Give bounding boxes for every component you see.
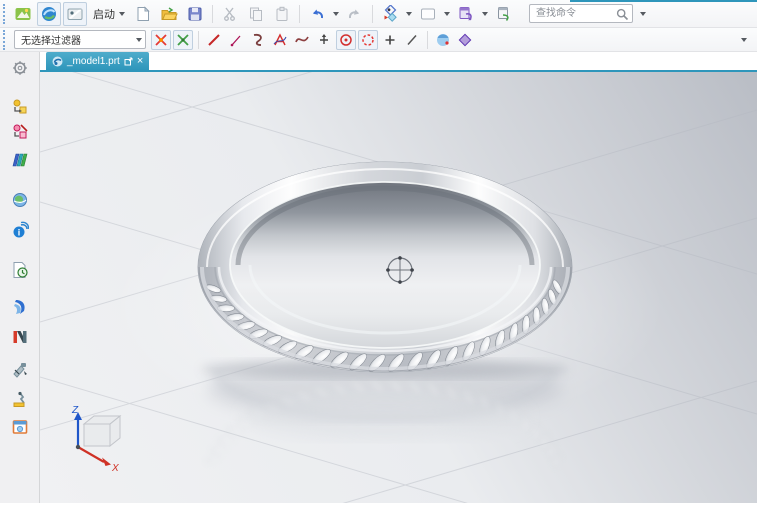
chevron-down-icon [136, 37, 142, 42]
toolbar-drag-handle[interactable] [3, 29, 7, 50]
selection-filter-value: 无选择过滤器 [21, 36, 81, 47]
history-icon[interactable] [8, 260, 32, 280]
toolbar-separator [372, 4, 373, 23]
chevron-down-icon [119, 11, 125, 16]
roles-icon[interactable] [8, 360, 32, 380]
machining-planner-icon[interactable] [8, 390, 32, 410]
application-window: 启动 查找命令 无选择过滤器 i _model1.prt × Z X [0, 0, 757, 503]
constraint-navigator-icon[interactable] [8, 122, 32, 142]
line-plain-icon[interactable] [402, 30, 422, 50]
resource-bar: i [0, 52, 40, 503]
assembly-navigator-icon[interactable] [8, 97, 32, 117]
circle-center-icon[interactable] [336, 29, 356, 50]
start-menu-button[interactable]: 启动 [89, 2, 129, 26]
x-axis [77, 446, 105, 463]
search-options-chevron[interactable] [640, 11, 646, 16]
detach-icon[interactable] [124, 57, 133, 66]
web-browser-icon[interactable] [8, 417, 32, 437]
ring-model[interactable] [197, 161, 573, 374]
touch-mode-chevron[interactable] [406, 11, 412, 16]
app-logo-icon[interactable] [11, 2, 35, 26]
reuse-library-icon[interactable] [8, 190, 32, 210]
part-tab-bar: _model1.prt × [40, 52, 757, 72]
x-axis-label: X [111, 463, 119, 474]
redo-button[interactable] [343, 2, 367, 26]
process-studio-icon[interactable] [8, 297, 32, 317]
toolbar-separator [198, 30, 199, 49]
copy-button[interactable] [244, 2, 268, 26]
toolbar-overflow-chevron[interactable] [741, 37, 747, 42]
touch-mode-button[interactable] [378, 2, 402, 26]
circle-dashed-icon[interactable] [358, 29, 378, 50]
3d-scene: Z X [40, 72, 757, 503]
coordinate-triad: Z X [71, 405, 122, 474]
command-search-box[interactable] [529, 4, 633, 23]
window-switch-button[interactable] [492, 2, 516, 26]
studio-spline-icon[interactable] [270, 30, 290, 50]
new-file-button[interactable] [131, 2, 155, 26]
undo-history-chevron[interactable] [333, 11, 339, 16]
close-icon[interactable]: × [137, 56, 143, 67]
plus-icon[interactable] [380, 30, 400, 50]
window-top-edge [570, 0, 757, 2]
cut-button[interactable] [218, 2, 242, 26]
sphere-icon[interactable] [433, 30, 453, 50]
undo-button[interactable] [305, 2, 329, 26]
hd3d-tools-icon[interactable]: i [8, 220, 32, 240]
line-icon[interactable] [204, 30, 224, 50]
toolbar-separator [427, 30, 428, 49]
window-layout-chevron[interactable] [482, 11, 488, 16]
open-file-button[interactable] [157, 2, 181, 26]
view-orientation-icon[interactable] [37, 1, 61, 26]
toolbar-drag-handle[interactable] [3, 3, 7, 24]
z-axis-label: Z [71, 405, 79, 416]
point-icon[interactable] [314, 30, 334, 50]
main-toolbar: 启动 [0, 0, 757, 28]
window-layout-button[interactable] [454, 2, 478, 26]
paste-button[interactable] [270, 2, 294, 26]
save-button[interactable] [183, 2, 207, 26]
manufacturing-wizard-icon[interactable] [8, 327, 32, 347]
datum-plane-icon[interactable] [455, 30, 475, 50]
fit-curve-icon[interactable] [292, 30, 312, 50]
svg-text:i: i [17, 228, 20, 238]
display-scene-button[interactable] [416, 2, 440, 26]
arc-curve-icon[interactable] [248, 30, 268, 50]
part-icon [52, 56, 63, 66]
display-scene-chevron[interactable] [444, 11, 450, 16]
tab-title: _model1.prt [67, 55, 120, 67]
line-alt-icon[interactable] [226, 30, 246, 50]
resource-bar-options-icon[interactable] [8, 58, 32, 78]
start-menu-label: 启动 [93, 8, 115, 21]
part-navigator-icon[interactable] [8, 150, 32, 170]
search-icon [616, 8, 629, 21]
origin-point [75, 444, 81, 450]
active-part-tab[interactable]: _model1.prt × [46, 52, 150, 70]
snapshot-icon[interactable] [63, 1, 87, 26]
selection-filter-dropdown[interactable]: 无选择过滤器 [14, 30, 146, 49]
selection-toolbar: 无选择过滤器 [0, 28, 757, 52]
toolbar-separator [212, 4, 213, 23]
graphics-viewport[interactable]: Z X [40, 72, 757, 503]
snap-point-icon[interactable] [151, 29, 171, 50]
snap-point-enable-icon[interactable] [173, 29, 193, 50]
toolbar-separator [299, 4, 300, 23]
